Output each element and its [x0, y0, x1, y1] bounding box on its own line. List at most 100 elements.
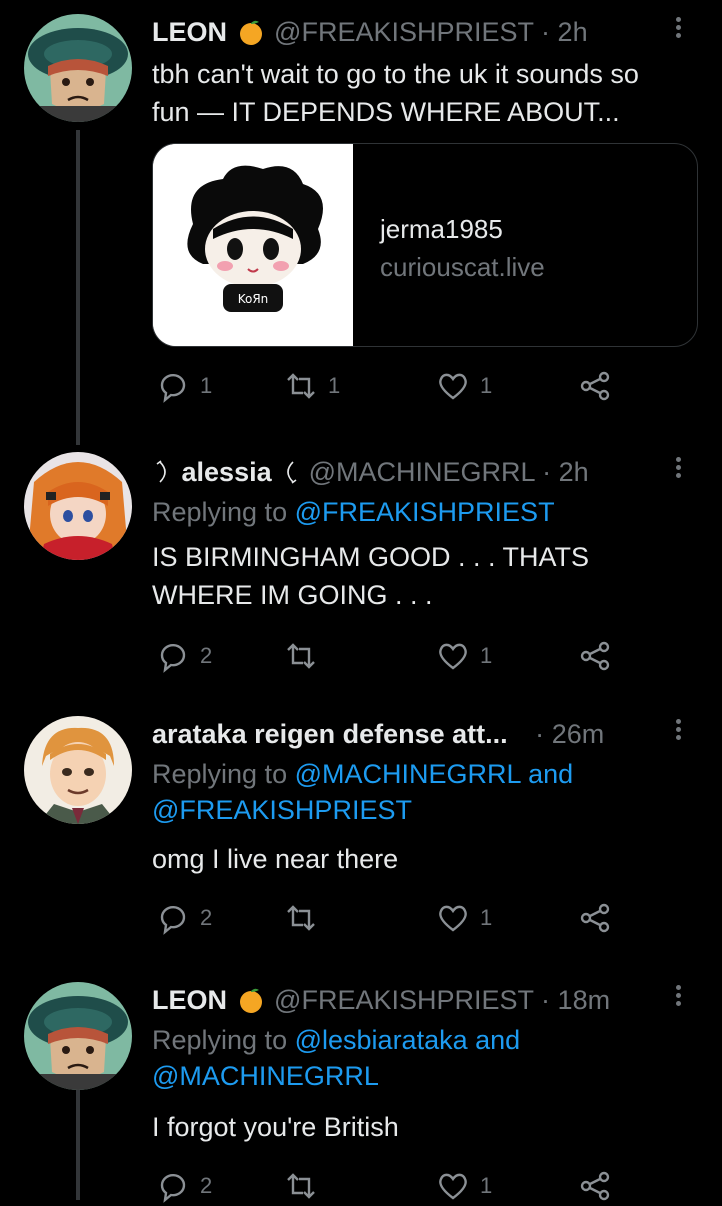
- tweet[interactable]: LEON @FREAKISHPRIEST · 18m Replying to @…: [0, 968, 722, 1203]
- separator-dot: ·: [535, 719, 545, 749]
- reply-icon: [160, 374, 186, 403]
- tweet-actions: 2 1: [152, 1166, 632, 1206]
- more-icon[interactable]: [676, 982, 686, 1009]
- timestamp[interactable]: 2h: [559, 457, 589, 487]
- retweet-button[interactable]: [284, 1166, 328, 1206]
- avatar[interactable]: [24, 452, 132, 560]
- tweet-text: IS BIRMINGHAM GOOD . . . THATS WHERE IM …: [152, 542, 590, 610]
- orange-emoji: [239, 988, 262, 1013]
- like-button[interactable]: 1: [436, 366, 492, 406]
- orange-emoji: [239, 20, 262, 45]
- card-domain: curiouscat.live: [380, 252, 545, 282]
- share-icon: [580, 903, 610, 933]
- like-button[interactable]: 1: [436, 1166, 492, 1206]
- mention-link[interactable]: @FREAKISHPRIEST: [295, 497, 555, 527]
- like-count: 1: [480, 905, 493, 930]
- share-icon: [580, 641, 610, 671]
- timestamp[interactable]: 18m: [558, 985, 611, 1015]
- reply-button[interactable]: 2: [156, 898, 212, 938]
- reply-icon: [160, 1174, 186, 1203]
- retweet-icon: [287, 643, 315, 669]
- retweet-button[interactable]: [284, 636, 328, 676]
- like-count: 1: [480, 373, 493, 398]
- more-icon[interactable]: [676, 14, 686, 41]
- like-button[interactable]: 1: [436, 898, 492, 938]
- replying-to: Replying to @MACHINEGRRL and @FREAKISHPR…: [152, 756, 652, 828]
- replying-prefix: Replying to: [152, 759, 288, 789]
- mention-link[interactable]: @MACHINEGRRL: [295, 759, 521, 789]
- replying-prefix: Replying to: [152, 1025, 288, 1055]
- share-button[interactable]: [578, 898, 612, 938]
- card-thumbnail: KoЯn: [153, 144, 353, 346]
- reply-count: 2: [200, 905, 213, 930]
- retweet-icon: [287, 1173, 315, 1199]
- share-icon: [580, 1171, 610, 1201]
- separator-dot: ·: [541, 17, 551, 47]
- mention-link[interactable]: @MACHINEGRRL: [152, 1061, 379, 1091]
- reply-icon: [160, 644, 186, 673]
- user-handle[interactable]: @FREAKISHPRIEST: [274, 17, 533, 47]
- reply-count: 2: [200, 643, 213, 668]
- retweet-button[interactable]: 1: [284, 366, 340, 406]
- separator-dot: ·: [541, 985, 551, 1015]
- timestamp[interactable]: 2h: [558, 17, 588, 47]
- tweet-header: LEON @FREAKISHPRIEST · 2h: [152, 14, 662, 50]
- replying-to: Replying to @lesbiarataka and @MACHINEGR…: [152, 1022, 612, 1094]
- reply-count: 2: [200, 1173, 213, 1198]
- retweet-button[interactable]: [284, 898, 328, 938]
- display-name[interactable]: alessia: [182, 457, 272, 487]
- timestamp[interactable]: 26m: [552, 719, 605, 749]
- tweet-actions: 2 1: [152, 898, 632, 938]
- tweet-text: omg I live near there: [152, 844, 399, 874]
- mention-joiner: and: [475, 1025, 521, 1055]
- like-count: 1: [480, 1173, 493, 1198]
- avatar[interactable]: [24, 982, 132, 1090]
- moon-icon: [287, 461, 297, 484]
- avatar[interactable]: [24, 716, 132, 824]
- replying-to: Replying to @FREAKISHPRIEST: [152, 494, 555, 530]
- tweet[interactable]: LEON @FREAKISHPRIEST · 2h tbh can't wait…: [0, 0, 722, 440]
- display-name[interactable]: LEON: [152, 17, 227, 47]
- reply-icon: [160, 906, 186, 935]
- tweet-text: I forgot you're British: [152, 1112, 399, 1142]
- like-icon: [439, 1173, 467, 1200]
- retweet-count: 1: [328, 373, 341, 398]
- tweet-header: LEON @FREAKISHPRIEST · 18m: [152, 982, 662, 1018]
- more-icon[interactable]: [676, 716, 686, 743]
- mention-link[interactable]: @lesbiarataka: [295, 1025, 468, 1055]
- like-button[interactable]: 1: [436, 636, 492, 676]
- tweet-header: alessia @MACHINEGRRL · 2h: [152, 454, 662, 490]
- display-name[interactable]: arataka reigen defense att...: [152, 719, 508, 749]
- avatar[interactable]: [24, 14, 132, 122]
- user-handle[interactable]: @FREAKISHPRIEST: [274, 985, 533, 1015]
- tweet-actions: 1 1 1: [152, 366, 632, 406]
- retweet-icon: [287, 373, 315, 399]
- link-card[interactable]: KoЯn jerma1985 curiouscat.live: [152, 143, 698, 347]
- share-icon: [580, 371, 610, 401]
- like-icon: [439, 373, 467, 400]
- replying-prefix: Replying to: [152, 497, 288, 527]
- tweet-text: tbh can't wait to go to the uk it sounds…: [152, 59, 639, 127]
- user-handle[interactable]: @MACHINEGRRL: [309, 457, 535, 487]
- moon-icon: [156, 460, 166, 483]
- reply-button[interactable]: 2: [156, 636, 212, 676]
- more-icon[interactable]: [676, 454, 686, 481]
- mention-joiner: and: [528, 759, 574, 789]
- display-name[interactable]: LEON: [152, 985, 227, 1015]
- tweet[interactable]: alessia @MACHINEGRRL · 2h Replying to @F…: [0, 440, 722, 702]
- tweet-header: arataka reigen defense att... · 26m: [152, 716, 662, 752]
- card-title: jerma1985: [380, 214, 503, 244]
- share-button[interactable]: [578, 636, 612, 676]
- share-button[interactable]: [578, 366, 612, 406]
- reply-button[interactable]: 2: [156, 1166, 212, 1206]
- separator-dot: ·: [542, 457, 552, 487]
- share-button[interactable]: [578, 1166, 612, 1206]
- reply-button[interactable]: 1: [156, 366, 212, 406]
- svg-text:KoЯn: KoЯn: [238, 292, 269, 306]
- mention-link[interactable]: @FREAKISHPRIEST: [152, 795, 412, 825]
- tweet-actions: 2 1: [152, 636, 632, 676]
- like-icon: [439, 905, 467, 932]
- retweet-icon: [287, 905, 315, 931]
- tweet[interactable]: arataka reigen defense att... · 26m Repl…: [0, 702, 722, 968]
- like-icon: [439, 643, 467, 670]
